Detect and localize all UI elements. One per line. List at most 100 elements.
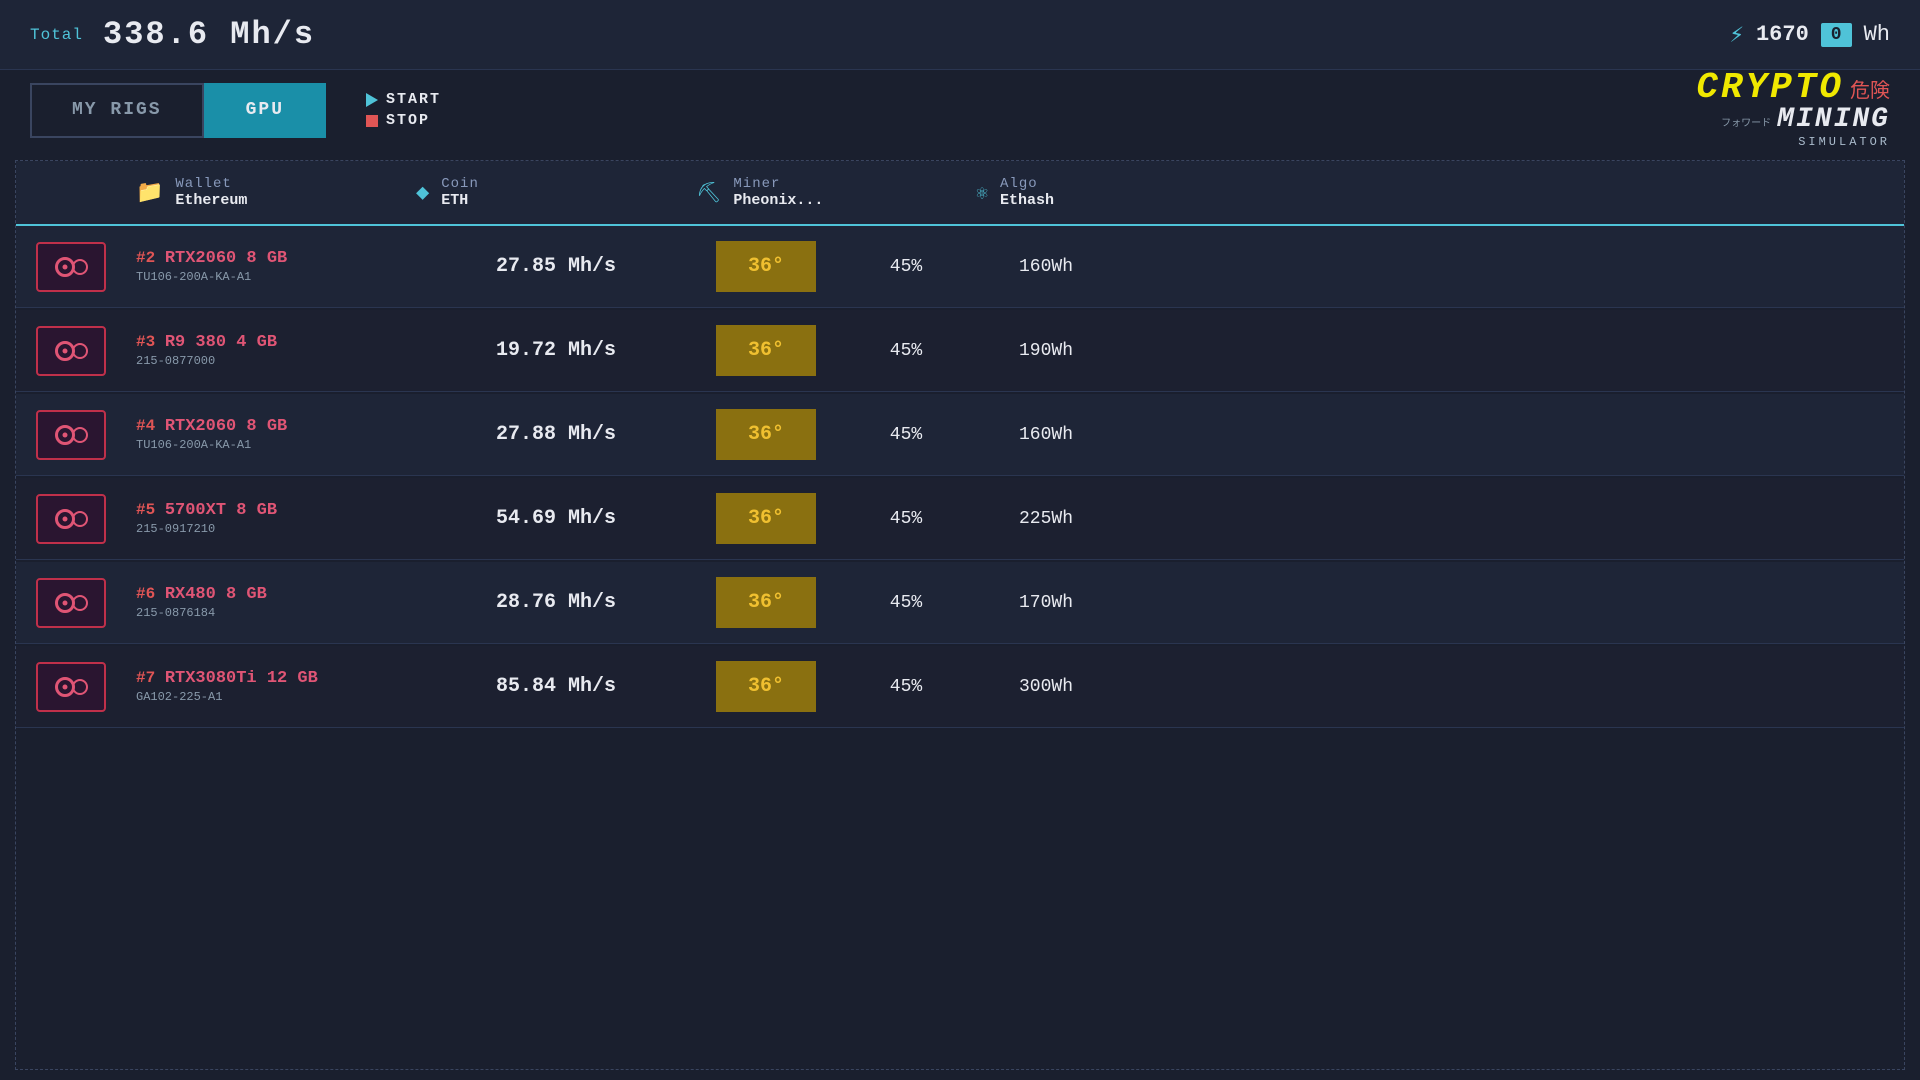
start-button[interactable]: START <box>366 91 441 108</box>
top-bar: Total 338.6 Mh/s ⚡ 1670 0 Wh <box>0 0 1920 70</box>
gpu-power: 190Wh <box>976 341 1116 361</box>
logo-crypto: CRYPTO <box>1696 70 1844 106</box>
gpu-fans <box>55 593 88 613</box>
gpu-id: GA102-225-A1 <box>136 690 416 704</box>
gpu-id: 215-0917210 <box>136 522 416 536</box>
gpu-list: #2 RTX2060 8 GB TU106-200A-KA-A1 27.85 M… <box>16 226 1904 728</box>
gpu-info: #3 R9 380 4 GB 215-0877000 <box>136 333 416 368</box>
gpu-power: 160Wh <box>976 425 1116 445</box>
gpu-number: #6 <box>136 585 165 603</box>
wallet-column-header: 📁 Wallet Ethereum <box>136 176 416 209</box>
gpu-number: #3 <box>136 333 165 351</box>
wallet-title: Wallet <box>175 176 247 192</box>
gpu-temp-badge: 36° <box>716 241 816 292</box>
main-content: 📁 Wallet Ethereum ◆ Coin ETH ⛏ Miner Phe… <box>15 160 1905 1070</box>
gpu-fan-2 <box>72 259 88 275</box>
gpu-name: R9 380 4 GB <box>165 333 277 352</box>
table-row: #3 R9 380 4 GB 215-0877000 19.72 Mh/s 36… <box>16 310 1904 392</box>
gpu-number-name: #7 RTX3080Ti 12 GB <box>136 669 416 688</box>
gpu-info: #7 RTX3080Ti 12 GB GA102-225-A1 <box>136 669 416 704</box>
gpu-icon-col <box>36 494 136 544</box>
miner-header-text: Miner Pheonix... <box>733 176 823 209</box>
gpu-temp-badge: 36° <box>716 409 816 460</box>
logo-simulator: SIMULATOR <box>1798 135 1890 149</box>
algo-header-text: Algo Ethash <box>1000 176 1054 209</box>
lightning-icon: ⚡ <box>1730 20 1744 50</box>
gpu-visual-icon <box>36 662 106 712</box>
gpu-info: #5 5700XT 8 GB 215-0917210 <box>136 501 416 536</box>
gpu-fan-percent: 45% <box>836 509 976 529</box>
gpu-temp-badge: 36° <box>716 325 816 376</box>
gpu-fan-percent: 45% <box>836 257 976 277</box>
gpu-icon-col <box>36 410 136 460</box>
start-label: START <box>386 91 441 108</box>
gpu-number-name: #2 RTX2060 8 GB <box>136 249 416 268</box>
gpu-fan-percent: 45% <box>836 593 976 613</box>
table-row: #5 5700XT 8 GB 215-0917210 54.69 Mh/s 36… <box>16 478 1904 560</box>
gpu-fan-percent: 45% <box>836 341 976 361</box>
gpu-icon-col <box>36 242 136 292</box>
gpu-icon-col <box>36 326 136 376</box>
coin-title: Coin <box>441 176 479 192</box>
gpu-number: #7 <box>136 669 165 687</box>
pickaxe-icon: ⛏ <box>696 180 721 206</box>
gpu-id: 215-0877000 <box>136 354 416 368</box>
gpu-fan-percent: 45% <box>836 425 976 445</box>
gpu-number: #5 <box>136 501 165 519</box>
gpu-fan-percent: 45% <box>836 677 976 697</box>
logo-jp: フォワード <box>1721 114 1771 130</box>
gpu-icon-col <box>36 662 136 712</box>
algo-column-header: ⚛ Algo Ethash <box>976 176 1256 209</box>
logo-danger: 危険 <box>1850 74 1890 104</box>
gpu-power: 225Wh <box>976 509 1116 529</box>
gpu-number: #4 <box>136 417 165 435</box>
gpu-hashrate: 85.84 Mh/s <box>416 675 696 698</box>
gpu-power: 170Wh <box>976 593 1116 613</box>
tab-gpu[interactable]: GPU <box>204 83 326 138</box>
stop-label: STOP <box>386 112 430 129</box>
gpu-hashrate: 27.85 Mh/s <box>416 255 696 278</box>
gpu-name: RTX2060 8 GB <box>165 249 287 268</box>
gpu-temp-col: 36° <box>696 241 836 292</box>
gpu-temp-col: 36° <box>696 409 836 460</box>
gpu-power: 160Wh <box>976 257 1116 277</box>
logo-mining: MINING <box>1777 106 1890 134</box>
total-label: Total <box>30 26 83 44</box>
gpu-fans <box>55 341 88 361</box>
gpu-id: TU106-200A-KA-A1 <box>136 270 416 284</box>
gpu-hashrate: 19.72 Mh/s <box>416 339 696 362</box>
stop-button[interactable]: STOP <box>366 112 441 129</box>
wh-label: Wh <box>1864 22 1890 47</box>
play-icon <box>366 93 378 107</box>
table-row: #2 RTX2060 8 GB TU106-200A-KA-A1 27.85 M… <box>16 226 1904 308</box>
tab-my-rigs[interactable]: MY RIGS <box>30 83 204 138</box>
gpu-temp-badge: 36° <box>716 577 816 628</box>
gpu-number-name: #5 5700XT 8 GB <box>136 501 416 520</box>
top-right-stats: ⚡ 1670 0 Wh <box>1730 20 1890 50</box>
gpu-id: TU106-200A-KA-A1 <box>136 438 416 452</box>
gpu-visual-icon <box>36 578 106 628</box>
gpu-visual-icon <box>36 410 106 460</box>
gpu-name: RX480 8 GB <box>165 585 267 604</box>
gpu-temp-col: 36° <box>696 493 836 544</box>
algo-title: Algo <box>1000 176 1054 192</box>
gpu-temp-col: 36° <box>696 577 836 628</box>
algo-value: Ethash <box>1000 192 1054 209</box>
wallet-value: Ethereum <box>175 192 247 209</box>
gpu-visual-icon <box>36 326 106 376</box>
wallet-header-text: Wallet Ethereum <box>175 176 247 209</box>
gpu-fan-2 <box>72 343 88 359</box>
gpu-fan-2 <box>72 427 88 443</box>
stop-icon <box>366 115 378 127</box>
total-hashrate: 338.6 Mh/s <box>103 16 315 53</box>
gpu-label: GPU <box>246 100 284 120</box>
gpu-fan-2 <box>72 511 88 527</box>
gpu-temp-badge: 36° <box>716 493 816 544</box>
power-zero: 0 <box>1821 23 1852 47</box>
my-rigs-label: MY RIGS <box>72 100 162 120</box>
table-row: #7 RTX3080Ti 12 GB GA102-225-A1 85.84 Mh… <box>16 646 1904 728</box>
miner-column-header: ⛏ Miner Pheonix... <box>696 176 976 209</box>
miner-title: Miner <box>733 176 823 192</box>
table-row: #6 RX480 8 GB 215-0876184 28.76 Mh/s 36°… <box>16 562 1904 644</box>
table-row: #4 RTX2060 8 GB TU106-200A-KA-A1 27.88 M… <box>16 394 1904 476</box>
